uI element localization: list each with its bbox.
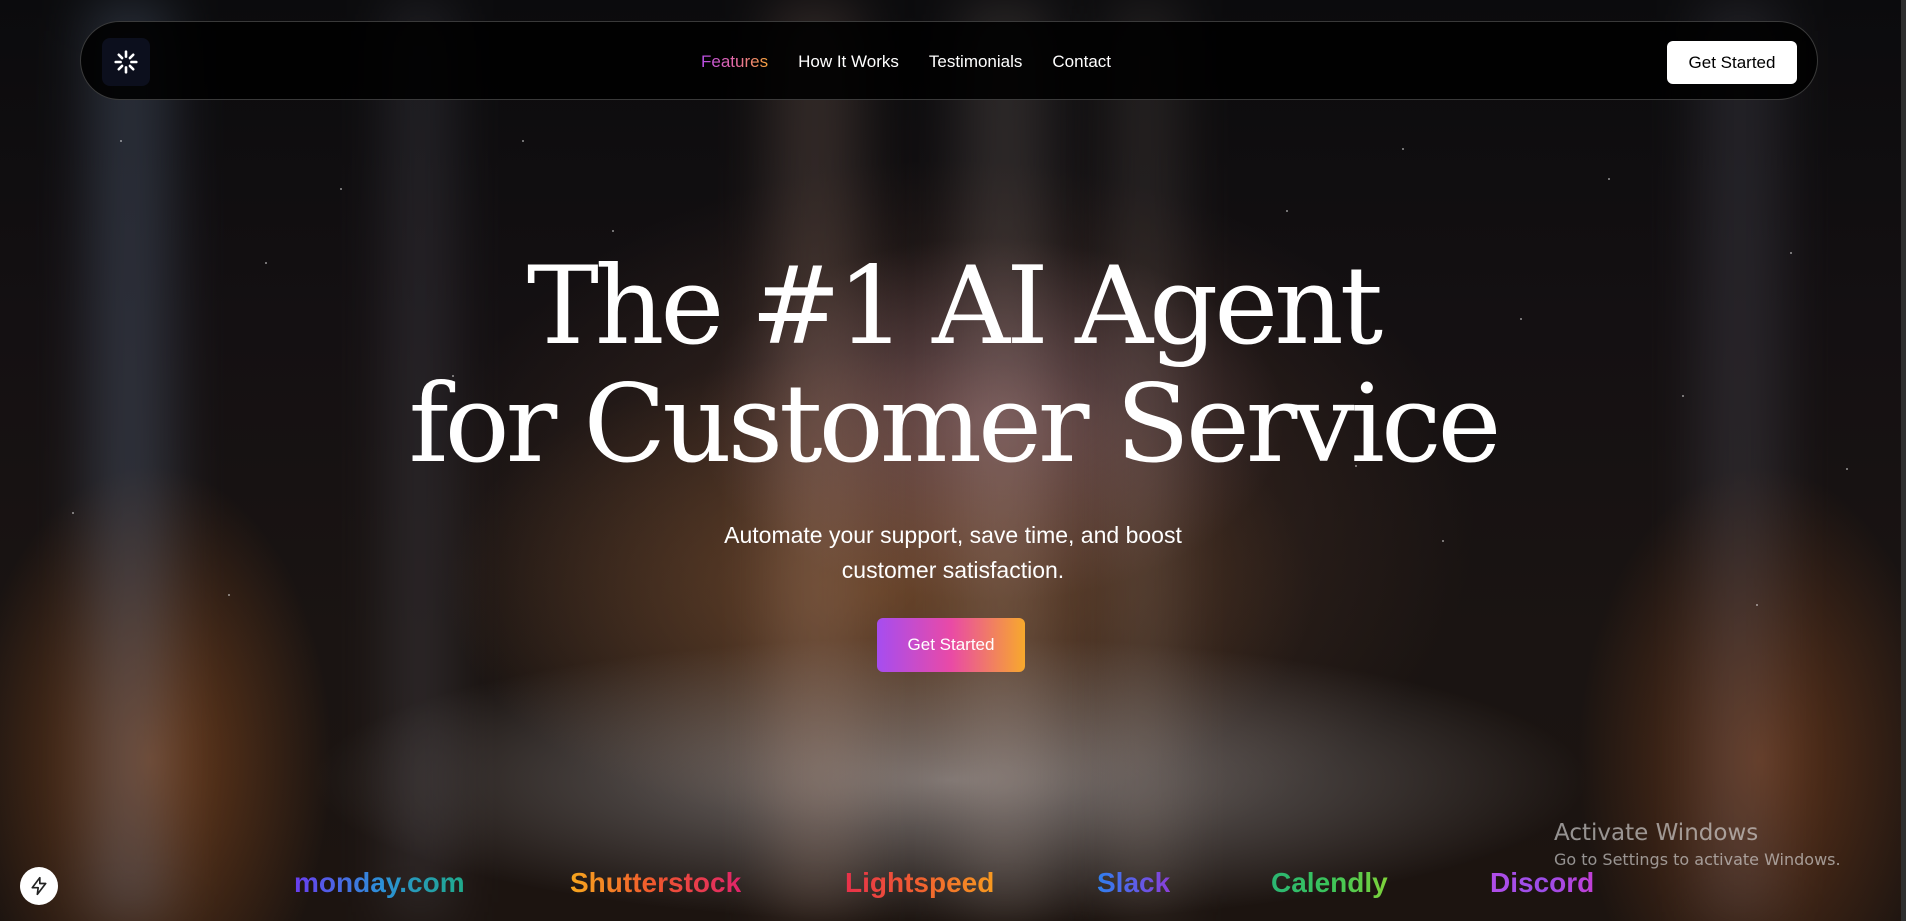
star bbox=[1286, 210, 1288, 212]
star bbox=[1608, 178, 1610, 180]
star bbox=[72, 512, 74, 514]
nav-link-contact[interactable]: Contact bbox=[1052, 52, 1111, 72]
logo-lightspeed: Lightspeed bbox=[845, 863, 994, 903]
nav-get-started-button[interactable]: Get Started bbox=[1667, 41, 1797, 84]
subtitle-line-2: customer satisfaction. bbox=[841, 557, 1065, 583]
headline-line-2: for Customer Service bbox=[408, 362, 1502, 487]
nav-link-testimonials[interactable]: Testimonials bbox=[929, 52, 1023, 72]
logo-shutterstock: Shutterstock bbox=[570, 863, 741, 903]
star bbox=[1402, 148, 1404, 150]
watermark-title: Activate Windows bbox=[1554, 820, 1759, 846]
star bbox=[1442, 540, 1444, 542]
star bbox=[228, 594, 230, 596]
logo-slack: Slack bbox=[1097, 863, 1170, 903]
star bbox=[120, 140, 122, 142]
brand-logo[interactable] bbox=[102, 38, 150, 86]
headline-line-1: The #1 AI Agent bbox=[526, 244, 1383, 369]
lightning-icon bbox=[31, 876, 47, 896]
star bbox=[340, 188, 342, 190]
watermark-subtitle: Go to Settings to activate Windows. bbox=[1554, 850, 1841, 869]
hero-headline: The #1 AI Agent for Customer Service bbox=[0, 248, 1906, 484]
nav-link-how-it-works[interactable]: How It Works bbox=[798, 52, 899, 72]
windows-activation-watermark: Activate Windows Go to Settings to activ… bbox=[1554, 818, 1841, 872]
star bbox=[1756, 604, 1758, 606]
hero-get-started-button[interactable]: Get Started bbox=[877, 618, 1025, 672]
subtitle-line-1: Automate your support, save time, and bo… bbox=[724, 522, 1182, 548]
nav-link-features[interactable]: Features bbox=[701, 52, 768, 72]
navbar: Features How It Works Testimonials Conta… bbox=[80, 21, 1818, 100]
dev-tools-badge[interactable] bbox=[20, 867, 58, 905]
star bbox=[612, 230, 614, 232]
loader-icon bbox=[114, 50, 138, 74]
logo-calendly: Calendly bbox=[1271, 863, 1388, 903]
hero-subtitle: Automate your support, save time, and bo… bbox=[653, 518, 1253, 588]
star bbox=[522, 140, 524, 142]
logo-monday: monday.com bbox=[294, 863, 465, 903]
nav-links: Features How It Works Testimonials Conta… bbox=[701, 22, 1141, 101]
